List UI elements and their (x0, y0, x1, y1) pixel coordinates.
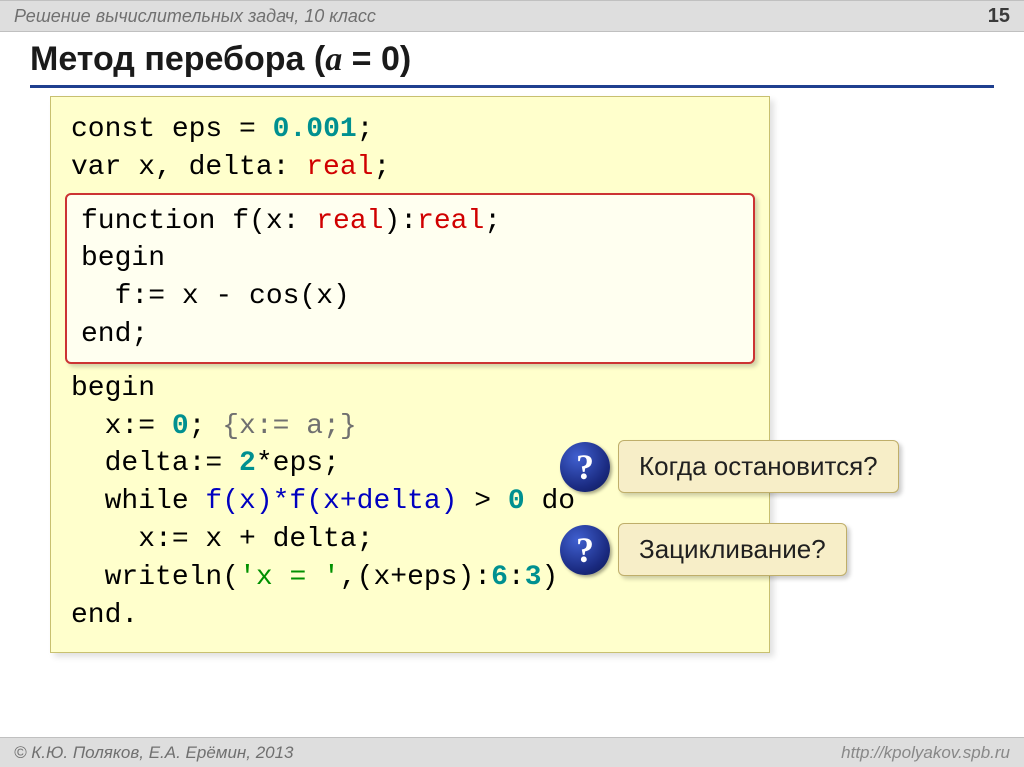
fn-line-2: begin (81, 243, 165, 274)
fn-line-3: f:= x - cos(x) (81, 281, 350, 312)
footer-bar: © К.Ю. Поляков, Е.А. Ерёмин, 2013 http:/… (0, 737, 1024, 767)
callout-loop-text: Зацикливание? (618, 523, 847, 576)
code-line-1: const eps = 0.001; (71, 114, 373, 145)
code-line-9: end. (71, 600, 138, 631)
header-bar: Решение вычислительных задач, 10 класс 1… (0, 0, 1024, 32)
title-eq: = 0) (342, 40, 411, 78)
function-box: function f(x: real):real; begin f:= x - … (65, 193, 755, 364)
callout-stop: ? Когда остановится? (560, 440, 899, 493)
footer-copyright: © К.Ю. Поляков, Е.А. Ерёмин, 2013 (14, 743, 294, 763)
callout-loop: ? Зацикливание? (560, 523, 899, 576)
title-underline (30, 85, 994, 88)
code-line-8: writeln('x = ',(x+eps):6:3) (71, 562, 558, 593)
fn-line-1: function f(x: real):real; (81, 206, 501, 237)
header-title: Решение вычислительных задач, 10 класс (14, 6, 376, 27)
slide-title: Метод перебора (a = 0) (30, 40, 994, 79)
code-line-2: var x, delta: real; (71, 152, 390, 183)
code-line-4: x:= 0; {x:= a;} (71, 411, 357, 442)
title-param: a (325, 41, 342, 78)
title-prefix: Метод перебора ( (30, 40, 325, 78)
callouts: ? Когда остановится? ? Зацикливание? (560, 440, 899, 606)
code-line-7: x:= x + delta; (71, 524, 373, 555)
page-number: 15 (988, 5, 1010, 28)
question-icon: ? (560, 442, 610, 492)
code-line-3: begin (71, 373, 155, 404)
code-line-6: while f(x)*f(x+delta) > 0 do (71, 486, 575, 517)
question-icon: ? (560, 525, 610, 575)
fn-line-4: end; (81, 319, 148, 350)
callout-stop-text: Когда остановится? (618, 440, 899, 493)
footer-url: http://kpolyakov.spb.ru (841, 743, 1010, 763)
code-line-5: delta:= 2*eps; (71, 448, 340, 479)
